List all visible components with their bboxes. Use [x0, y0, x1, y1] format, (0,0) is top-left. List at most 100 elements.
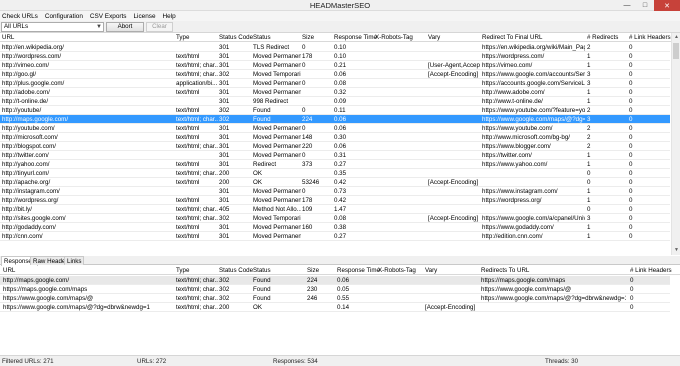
url-filter-select[interactable]: All URLs ▼ [1, 22, 104, 32]
cell-code: 302 [219, 116, 230, 123]
cell-redirect: https://wordpress.org/ [482, 197, 542, 204]
urls-col-header[interactable]: Redirect To Final URL [482, 34, 542, 41]
cell-type: text/html; char... [176, 143, 218, 150]
table-row[interactable]: http://apache.org/text/html 200 OK 53246 0.4… [0, 178, 670, 187]
cell-status: Redirect [253, 161, 277, 168]
responses-col-header[interactable]: Type [176, 267, 189, 274]
urls-col-header[interactable]: Status Code [219, 34, 253, 41]
urls-col-header[interactable]: URL [2, 34, 14, 41]
minimize-icon[interactable]: — [618, 0, 636, 11]
table-row[interactable]: http://wordpress.com/text/html 301 Moved P… [0, 52, 670, 61]
close-icon[interactable]: ✕ [654, 0, 680, 11]
responses-col-header[interactable]: Vary [425, 267, 437, 274]
cell-size: 373 [302, 161, 313, 168]
cell-status: Moved Permanen... [253, 134, 301, 141]
urls-col-header[interactable]: # Link Headers [629, 34, 671, 41]
scroll-thumb[interactable] [673, 43, 679, 59]
cell-redirect: https://www.google.com/a/cpanel/Univer..… [482, 215, 585, 222]
responses-col-header[interactable]: Size [307, 267, 319, 274]
responses-col-header[interactable]: Status Code [219, 267, 253, 274]
menu-configuration[interactable]: Configuration [45, 13, 83, 20]
responses-col-header[interactable]: Response Time [337, 267, 380, 274]
cell-redirect: http://www.adobe.com/ [482, 89, 545, 96]
urls-col-header[interactable]: Vary [428, 34, 440, 41]
table-row[interactable]: http://youtube/text/html 302 Found 0 0.11 htt… [0, 106, 670, 115]
table-row[interactable]: http://sites.google.com/text/html; char.… [0, 214, 670, 223]
cell-url: http://cnn.com/ [2, 233, 43, 240]
urls-col-header[interactable]: Status [253, 34, 271, 41]
table-row[interactable]: http://instagram.com/301 Moved Permanen..… [0, 187, 670, 196]
cell-status: Found [253, 277, 271, 284]
scroll-down-icon[interactable]: ▼ [672, 246, 680, 255]
table-row[interactable]: http://maps.google.com/text/html; char..… [0, 276, 670, 285]
table-row[interactable]: http://godaddy.com/text/html 301 Moved Per… [0, 223, 670, 232]
table-row[interactable]: http://goo.gl/text/html; char... 302 Moved… [0, 70, 670, 79]
cell-url: http://blogspot.com/ [2, 143, 56, 150]
table-row[interactable]: https://maps.google.com/maps text/html; c… [0, 285, 670, 294]
abort-button[interactable]: Abort [106, 22, 144, 32]
urls-col-header[interactable]: X-Robots-Tag [375, 34, 413, 41]
table-row[interactable]: http://blogspot.com/text/html; char... 30… [0, 142, 670, 151]
responses-col-header[interactable]: URL [3, 267, 15, 274]
responses-col-header[interactable]: Status [253, 267, 271, 274]
table-row[interactable]: http://yahoo.com/text/html 301 Redirect 373… [0, 160, 670, 169]
cell-vary: [Accept-Encoding] [428, 179, 479, 186]
cell-type: text/html [176, 233, 200, 240]
table-row[interactable]: http://wordpress.org/text/html 301 Moved P… [0, 196, 670, 205]
urls-col-header[interactable]: Response Time [334, 34, 377, 41]
cell-status: Moved Permanen... [253, 89, 301, 96]
clear-button[interactable]: Clear [146, 22, 173, 32]
cell-size: 220 [302, 143, 313, 150]
table-row[interactable]: https://www.google.com/maps/@?dg=dbrw&ne… [0, 303, 670, 312]
table-row[interactable]: http://microsoft.com/text/html 301 Moved P… [0, 133, 670, 142]
urls-table-scrollbar[interactable]: ▲ ▼ [671, 33, 680, 255]
cell-redirects: 2 [587, 134, 591, 141]
tab-links[interactable]: Links [64, 256, 85, 265]
maximize-icon[interactable]: □ [636, 0, 654, 11]
responses-col-header[interactable]: X-Robots-Tag [378, 267, 416, 274]
cell-time: 0.06 [337, 277, 350, 284]
table-row[interactable]: http://twitter.com/301Moved Permanen...0… [0, 151, 670, 160]
urls-col-header[interactable]: # Redirects [587, 34, 618, 41]
urls-col-header[interactable]: Size [302, 34, 314, 41]
table-row[interactable]: https://www.google.com/maps/@ text/html; … [0, 294, 670, 303]
cell-status: Moved Permanen... [253, 188, 301, 195]
table-row[interactable]: http://adobe.com/text/html 301 Moved Perma… [0, 88, 670, 97]
scroll-up-icon[interactable]: ▲ [672, 33, 680, 42]
table-row[interactable]: http://bit.ly/text/html; char... 405 Metho… [0, 205, 670, 214]
cell-vary: [Accept-Encoding] [425, 304, 476, 311]
cell-type: text/html; char... [176, 215, 218, 222]
cell-time: 0.10 [334, 44, 347, 51]
cell-url: http://microsoft.com/ [2, 134, 58, 141]
table-row[interactable]: http://en.wikipedia.org/301 TLS Redirect 0… [0, 43, 670, 52]
cell-url: http://en.wikipedia.org/ [2, 44, 64, 51]
cell-url: http://adobe.com/ [2, 89, 50, 96]
table-row[interactable]: http://youtube.com/text/html 301 Moved Per… [0, 124, 670, 133]
urls-col-header[interactable]: Type [176, 34, 189, 41]
table-row[interactable]: http://tinyurl.com/text/html; char... 200… [0, 169, 670, 178]
table-row[interactable]: http://plus.google.com/application/bi...… [0, 79, 670, 88]
cell-redirect: https://www.youtube.com/?feature=youtu..… [482, 107, 585, 114]
responses-col-header[interactable]: Redirects To URL [481, 267, 529, 274]
cell-time: 0.42 [334, 179, 347, 186]
threads-count: Threads: 30 [545, 358, 579, 365]
cell-redirect: https://accounts.google.com/ServiceLogin… [482, 80, 585, 87]
cell-status: OK [253, 170, 262, 177]
menu-check-urls[interactable]: Check URLs [2, 13, 38, 20]
cell-code: 301 [219, 197, 230, 204]
table-row[interactable]: http://cnn.com/text/html 301 Moved Permane… [0, 232, 670, 241]
cell-url: http://tinyurl.com/ [2, 170, 50, 177]
title-bar: HEADMasterSEO — □ ✕ [0, 0, 680, 11]
cell-redirect: https://www.google.com/maps/@?dg=dbrw&ne… [481, 295, 626, 302]
menu-csv-exports[interactable]: CSV Exports [90, 13, 127, 20]
cell-url: http://goo.gl/ [2, 71, 37, 78]
cell-redirects: 3 [587, 80, 591, 87]
table-row[interactable]: http://maps.google.com/text/html; char..… [0, 115, 670, 124]
menu-help[interactable]: Help [163, 13, 176, 20]
cell-url: http://apache.org/ [2, 179, 51, 186]
cell-size: 178 [302, 53, 313, 60]
responses-col-header[interactable]: # Link Headers [630, 267, 672, 274]
menu-license[interactable]: License [133, 13, 155, 20]
table-row[interactable]: http://t-online.de/301 998 Redirect 0.09 ht… [0, 97, 670, 106]
table-row[interactable]: http://vimeo.com/text/html; char... 301 Mo… [0, 61, 670, 70]
